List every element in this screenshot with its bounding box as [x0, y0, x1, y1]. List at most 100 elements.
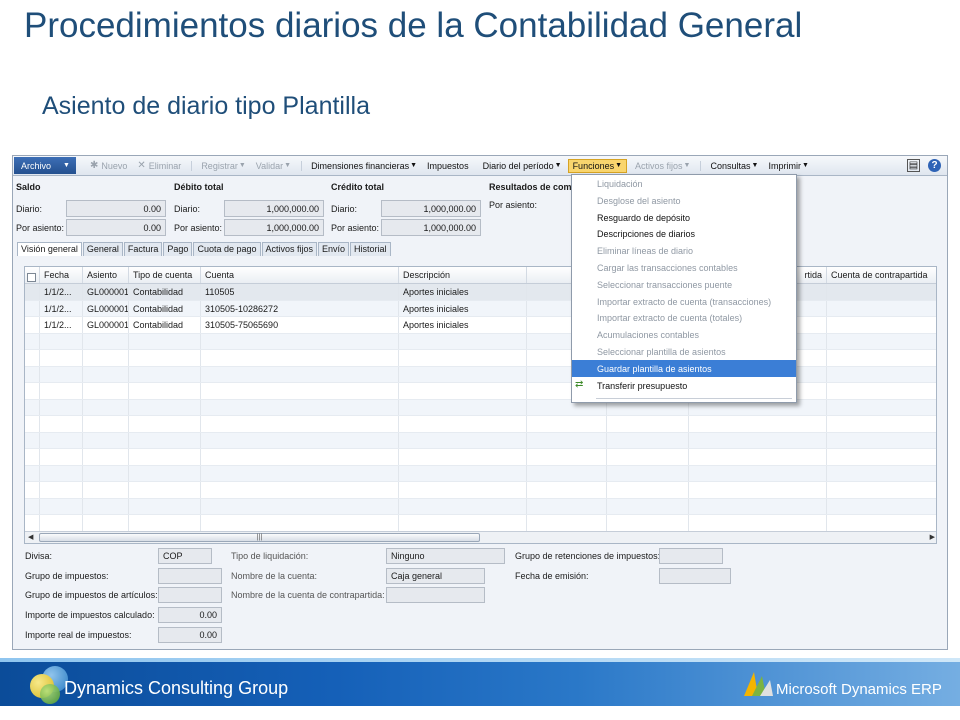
- cell: [25, 465, 40, 481]
- cell-asiento: [83, 350, 129, 366]
- registrar-menu[interactable]: Registrar ▼: [191, 160, 246, 171]
- table-row[interactable]: [25, 399, 936, 416]
- cell-descripcion: [399, 399, 527, 415]
- cell: [689, 465, 827, 481]
- nuevo-button[interactable]: ✱ Nuevo: [90, 160, 127, 171]
- cell-cuenta: [201, 465, 399, 481]
- table-row[interactable]: [25, 465, 936, 482]
- cell: [25, 366, 40, 382]
- eliminar-button[interactable]: ✕ Eliminar: [137, 160, 181, 171]
- cell: [689, 449, 827, 465]
- cell: [689, 498, 827, 514]
- slide-title: Procedimientos diarios de la Contabilida…: [24, 6, 803, 45]
- saldo-asiento-row: Por asiento: 0.00: [16, 219, 166, 236]
- impuestos-real-label: Importe real de impuestos:: [25, 630, 132, 640]
- tab-factura[interactable]: Factura: [123, 242, 163, 256]
- impuestos-button[interactable]: Impuestos: [427, 161, 469, 171]
- nombre-cuenta-label: Nombre de la cuenta:: [231, 571, 318, 581]
- cell-asiento: [83, 383, 129, 399]
- menu-item-8[interactable]: Importar extracto de cuenta (totales): [572, 309, 796, 326]
- tipo-liquidacion-field[interactable]: Ninguno: [386, 548, 505, 564]
- cell-fecha: [40, 515, 83, 531]
- header-fecha[interactable]: Fecha: [40, 267, 83, 283]
- grupo-articulos-field[interactable]: [158, 587, 222, 603]
- archivo-button[interactable]: Archivo ▼: [14, 157, 76, 174]
- menu-item-6[interactable]: Seleccionar transacciones puente: [572, 276, 796, 293]
- header-cuenta[interactable]: Cuenta: [201, 267, 399, 283]
- table-row[interactable]: 1/1/2... GL000001 Contabilidad 310505-75065…: [25, 317, 936, 334]
- menu-item-12[interactable]: ⇄ Transferir presupuesto: [572, 377, 796, 394]
- fecha-emision-field[interactable]: [659, 568, 731, 584]
- table-row[interactable]: [25, 449, 936, 466]
- table-row[interactable]: [25, 383, 936, 400]
- retenciones-field[interactable]: [659, 548, 723, 564]
- dimensiones-label: Dimensiones financieras: [311, 160, 410, 171]
- cell: [607, 416, 689, 432]
- window-tools: ▤ ?: [899, 159, 941, 172]
- menu-item-0[interactable]: Liquidación: [572, 175, 796, 192]
- menu-item-3[interactable]: Descripciones de diarios: [572, 225, 796, 242]
- tab-pago[interactable]: Pago: [163, 242, 193, 256]
- debito-asiento-field: 1,000,000.00: [224, 219, 324, 236]
- funciones-menu[interactable]: Funciones ▼: [567, 158, 628, 173]
- tab-envio[interactable]: Envío: [318, 242, 350, 256]
- cell-asiento: [83, 482, 129, 498]
- header-contrapartida[interactable]: Cuenta de contrapartida: [827, 267, 936, 283]
- table-row[interactable]: [25, 498, 936, 515]
- validar-menu[interactable]: Validar ▼: [256, 161, 291, 171]
- table-row[interactable]: [25, 482, 936, 499]
- table-row[interactable]: [25, 366, 936, 383]
- scroll-thumb[interactable]: |||: [39, 533, 480, 542]
- table-row[interactable]: [25, 432, 936, 449]
- scroll-left-icon[interactable]: ◀: [28, 533, 33, 541]
- table-row[interactable]: [25, 350, 936, 367]
- cell: [25, 333, 40, 349]
- header-descripcion[interactable]: Descripción: [399, 267, 527, 283]
- menu-item-4[interactable]: Eliminar líneas de diario: [572, 242, 796, 259]
- menu-item-label: Guardar plantilla de asientos: [597, 363, 712, 374]
- divisa-field[interactable]: COP: [158, 548, 212, 564]
- table-row[interactable]: [25, 515, 936, 532]
- cell: [25, 498, 40, 514]
- debito-heading: Débito total: [174, 182, 224, 192]
- tab-general[interactable]: General: [82, 242, 123, 256]
- menu-item-1[interactable]: Desglose del asiento: [572, 192, 796, 209]
- cell-fecha: [40, 449, 83, 465]
- dimensiones-menu[interactable]: Dimensiones financieras ▼: [301, 160, 417, 171]
- cell: [827, 449, 936, 465]
- tab-activos-fijos[interactable]: Activos fijos: [261, 242, 318, 256]
- imprimir-menu[interactable]: Imprimir ▼: [768, 161, 808, 171]
- menu-item-9[interactable]: Acumulaciones contables: [572, 326, 796, 343]
- consultas-menu[interactable]: Consultas ▼: [700, 160, 758, 171]
- menu-item-2[interactable]: Resguardo de depósito: [572, 209, 796, 226]
- cell-cuenta: [201, 498, 399, 514]
- select-all-checkbox[interactable]: [27, 273, 36, 282]
- activos-fijos-menu[interactable]: Activos fijos ▼: [635, 161, 690, 171]
- menu-item-11[interactable]: Guardar plantilla de asientos: [572, 359, 796, 377]
- tab-historial[interactable]: Historial: [350, 242, 391, 256]
- cell: [689, 432, 827, 448]
- grupo-impuestos-field[interactable]: [158, 568, 222, 584]
- help-icon[interactable]: ?: [928, 159, 941, 172]
- horizontal-scrollbar[interactable]: ◀ ||| ▶: [25, 531, 936, 543]
- cell-fecha: [40, 482, 83, 498]
- layout-icon[interactable]: ▤: [907, 159, 920, 172]
- menu-item-10[interactable]: Seleccionar plantilla de asientos: [572, 343, 796, 360]
- table-row[interactable]: 1/1/2... GL000001 Contabilidad 110505 Aporte…: [25, 284, 936, 301]
- tab-vision-general[interactable]: Visión general: [17, 242, 82, 256]
- cell: [607, 498, 689, 514]
- saldo-diario-row: Diario: 0.00: [16, 200, 166, 217]
- menu-item-label: Resguardo de depósito: [597, 212, 691, 223]
- menu-item-7[interactable]: Importar extracto de cuenta (transaccion…: [572, 293, 796, 310]
- table-row[interactable]: [25, 416, 936, 433]
- registrar-label: Registrar: [201, 160, 238, 171]
- impuestos-real-field[interactable]: 0.00: [158, 627, 222, 643]
- tab-cuota-de-pago[interactable]: Cuota de pago: [193, 242, 261, 256]
- scroll-right-icon[interactable]: ▶: [930, 533, 935, 541]
- header-tipo-cuenta[interactable]: Tipo de cuenta: [129, 267, 201, 283]
- table-row[interactable]: [25, 333, 936, 350]
- header-asiento[interactable]: Asiento: [83, 267, 129, 283]
- menu-item-5[interactable]: Cargar las transacciones contables: [572, 259, 796, 276]
- table-row[interactable]: 1/1/2... GL000001 Contabilidad 310505-10286…: [25, 300, 936, 317]
- diario-periodo-menu[interactable]: Diario del período ▼: [483, 161, 562, 171]
